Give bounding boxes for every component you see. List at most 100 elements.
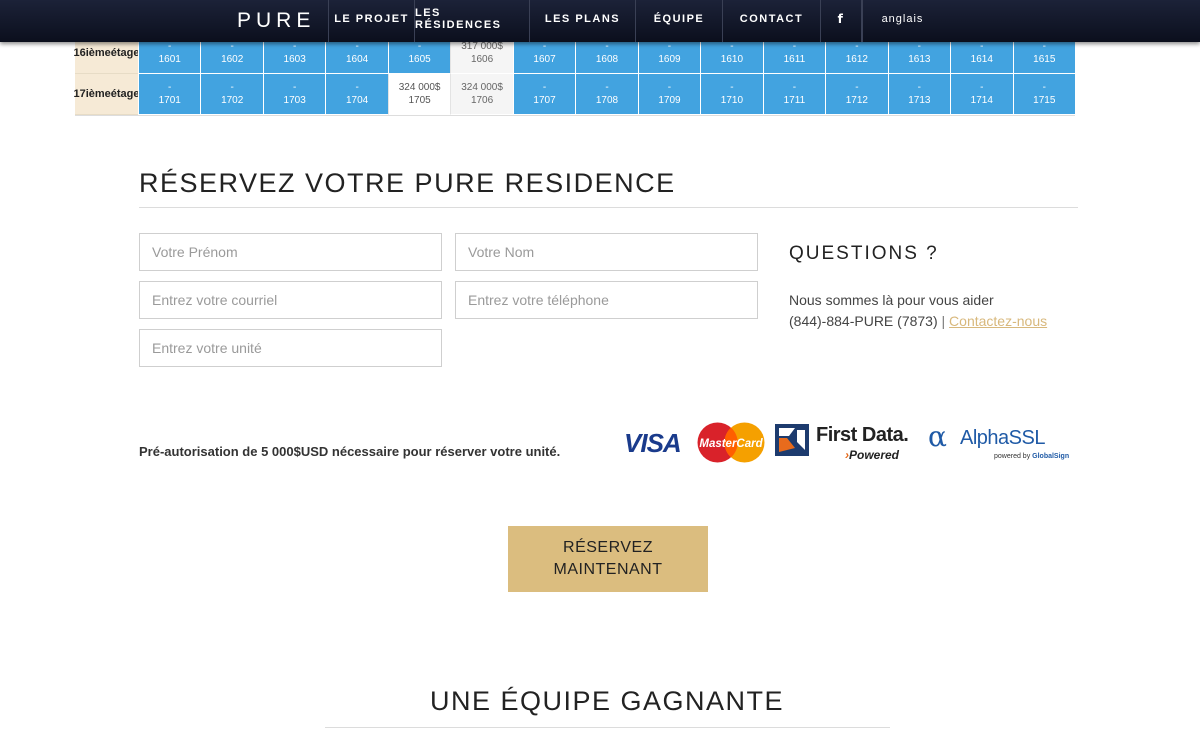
unit-price: 324 000$ — [461, 82, 503, 93]
unit-price: - — [542, 82, 547, 93]
unit-cell[interactable]: - 1701 — [138, 74, 201, 115]
nav-item-les-residences[interactable]: LES RÉSIDENCES — [414, 0, 529, 42]
unit-number: 1706 — [470, 95, 494, 106]
unit-number: 1609 — [658, 54, 681, 65]
reserve-button-label: RÉSERVEZ MAINTENANT — [554, 537, 663, 581]
brand-logo[interactable]: PURE — [237, 9, 315, 33]
unit-number: 1704 — [346, 95, 369, 106]
alphassl-subtitle: powered by GlobalSign — [994, 453, 1069, 460]
facebook-icon[interactable]: f — [820, 0, 862, 42]
contact-us-link[interactable]: Contactez-nous — [949, 313, 1047, 329]
nav-item-anglais[interactable]: anglais — [862, 0, 942, 42]
unit-number: 1607 — [533, 54, 556, 65]
unit-cell[interactable]: 324 000$ 1705 — [387, 74, 451, 115]
unit-number: 1701 — [158, 95, 181, 106]
unit-cell[interactable]: - 1702 — [200, 74, 263, 115]
floor-label-line2: étage — [110, 87, 140, 100]
floor-label: 17ième étage — [73, 74, 140, 115]
firstdata-logo: First Data. ›Powered — [775, 423, 917, 465]
nav-menu: LE PROJET LES RÉSIDENCES LES PLANS ÉQUIPE CO… — [328, 0, 942, 42]
firstdata-powered: ›Powered — [845, 448, 899, 462]
team-title: UNE ÉQUIPE GAGNANTE — [429, 686, 785, 716]
unit-number: 1708 — [595, 95, 619, 106]
unit-number: 1707 — [533, 95, 556, 106]
unit-price: - — [855, 82, 859, 93]
unit-number: 1713 — [908, 95, 931, 106]
divider — [325, 727, 890, 728]
unit-cell[interactable]: - 1714 — [950, 74, 1013, 115]
alphassl-logo: α AlphaSSL powered by GlobalSign — [928, 420, 1078, 465]
unit-cell[interactable]: - 1710 — [700, 74, 763, 115]
unit-cell[interactable]: - 1712 — [825, 74, 888, 115]
unit-number: 1613 — [908, 54, 931, 65]
email-field[interactable] — [139, 281, 442, 319]
nav-item-le-projet[interactable]: LE PROJET — [328, 0, 414, 42]
unit-number: 1715 — [1033, 95, 1056, 106]
unit-number: 1610 — [720, 54, 744, 65]
unit-number: 1711 — [783, 95, 806, 106]
unit-number: 1605 — [408, 54, 431, 65]
questions-title: QUESTIONS ? — [789, 243, 939, 264]
unit-number: 1703 — [283, 95, 306, 106]
unit-number: 1612 — [845, 54, 868, 65]
unit-number: 1608 — [595, 54, 619, 65]
mastercard-label: MasterCard — [699, 438, 763, 450]
questions-contact-line: (844)-884-PURE (7873) | Contactez-nous — [789, 313, 1047, 329]
unit-cell[interactable]: - 1711 — [762, 74, 826, 115]
floor-label-line1: 16ième — [73, 46, 111, 59]
preauthorization-notice: Pré-autorisation de 5 000$USD nécessaire… — [139, 444, 561, 459]
unit-cell[interactable]: - 1707 — [512, 74, 576, 115]
unit-price: - — [667, 82, 672, 93]
unit-number: 1603 — [283, 54, 306, 65]
unit-cell[interactable]: - 1715 — [1012, 74, 1075, 115]
alpha-symbol-icon: α — [928, 420, 947, 453]
unit-availability-table: 16ième étage -1601-1602-1603-1604-1605 317 … — [73, 33, 1075, 116]
unit-number: 1714 — [970, 95, 993, 106]
unit-price: - — [168, 82, 172, 93]
unit-price: - — [730, 82, 734, 93]
questions-help-text: Nous sommes là pour vous aider — [789, 292, 994, 308]
reserve-title: RÉSERVEZ VOTRE PURE RESIDENCE — [139, 168, 676, 198]
unit-price: - — [1042, 82, 1046, 93]
unit-price: - — [605, 82, 609, 93]
unit-number: 1611 — [783, 54, 806, 65]
unit-number: 1602 — [221, 54, 244, 65]
unit-price: - — [355, 82, 359, 93]
unit-number: 1702 — [221, 95, 244, 106]
nav-item-les-plans[interactable]: LES PLANS — [529, 0, 635, 42]
unit-number: 1604 — [346, 54, 369, 65]
unit-price: - — [792, 82, 797, 93]
alphassl-name: AlphaSSL — [960, 427, 1045, 449]
first-name-field[interactable] — [139, 233, 442, 271]
unit-price: - — [230, 82, 234, 93]
phone-field[interactable] — [455, 281, 758, 319]
last-name-field[interactable] — [455, 233, 758, 271]
nav-item-equipe[interactable]: ÉQUIPE — [635, 0, 722, 42]
unit-number: 1615 — [1033, 54, 1056, 65]
unit-number: 1705 — [408, 95, 431, 106]
unit-price: - — [980, 82, 984, 93]
alphassl-sub-prefix: powered by — [994, 453, 1031, 460]
floor-label-line2: étage — [110, 46, 140, 59]
unit-number: 1710 — [720, 95, 744, 106]
unit-number: 1614 — [970, 54, 993, 65]
unit-number: 1709 — [658, 95, 681, 106]
firstdata-powered-label: Powered — [849, 448, 900, 462]
top-navbar: PURE LE PROJET LES RÉSIDENCES LES PLANS ÉQU… — [0, 0, 1200, 42]
unit-cell[interactable]: - 1709 — [637, 74, 701, 115]
unit-cell[interactable]: 324 000$ 1706 — [450, 74, 513, 115]
nav-item-contact[interactable]: CONTACT — [722, 0, 820, 42]
unit-cell[interactable]: - 1708 — [575, 74, 638, 115]
visa-logo: VISA — [624, 428, 682, 458]
unit-cell[interactable]: - 1704 — [325, 74, 388, 115]
mastercard-logo: MasterCard — [697, 422, 765, 463]
reserve-now-button[interactable]: RÉSERVEZ MAINTENANT — [508, 526, 708, 592]
unit-price: - — [917, 82, 921, 93]
reserve-button-line2: MAINTENANT — [553, 561, 663, 578]
unit-price: - — [292, 82, 297, 93]
unit-field[interactable] — [139, 329, 442, 367]
reserve-button-line1: RÉSERVEZ — [563, 539, 653, 556]
unit-cell[interactable]: - 1713 — [887, 74, 951, 115]
unit-cell[interactable]: - 1703 — [262, 74, 326, 115]
unit-price: 324 000$ — [398, 82, 441, 93]
